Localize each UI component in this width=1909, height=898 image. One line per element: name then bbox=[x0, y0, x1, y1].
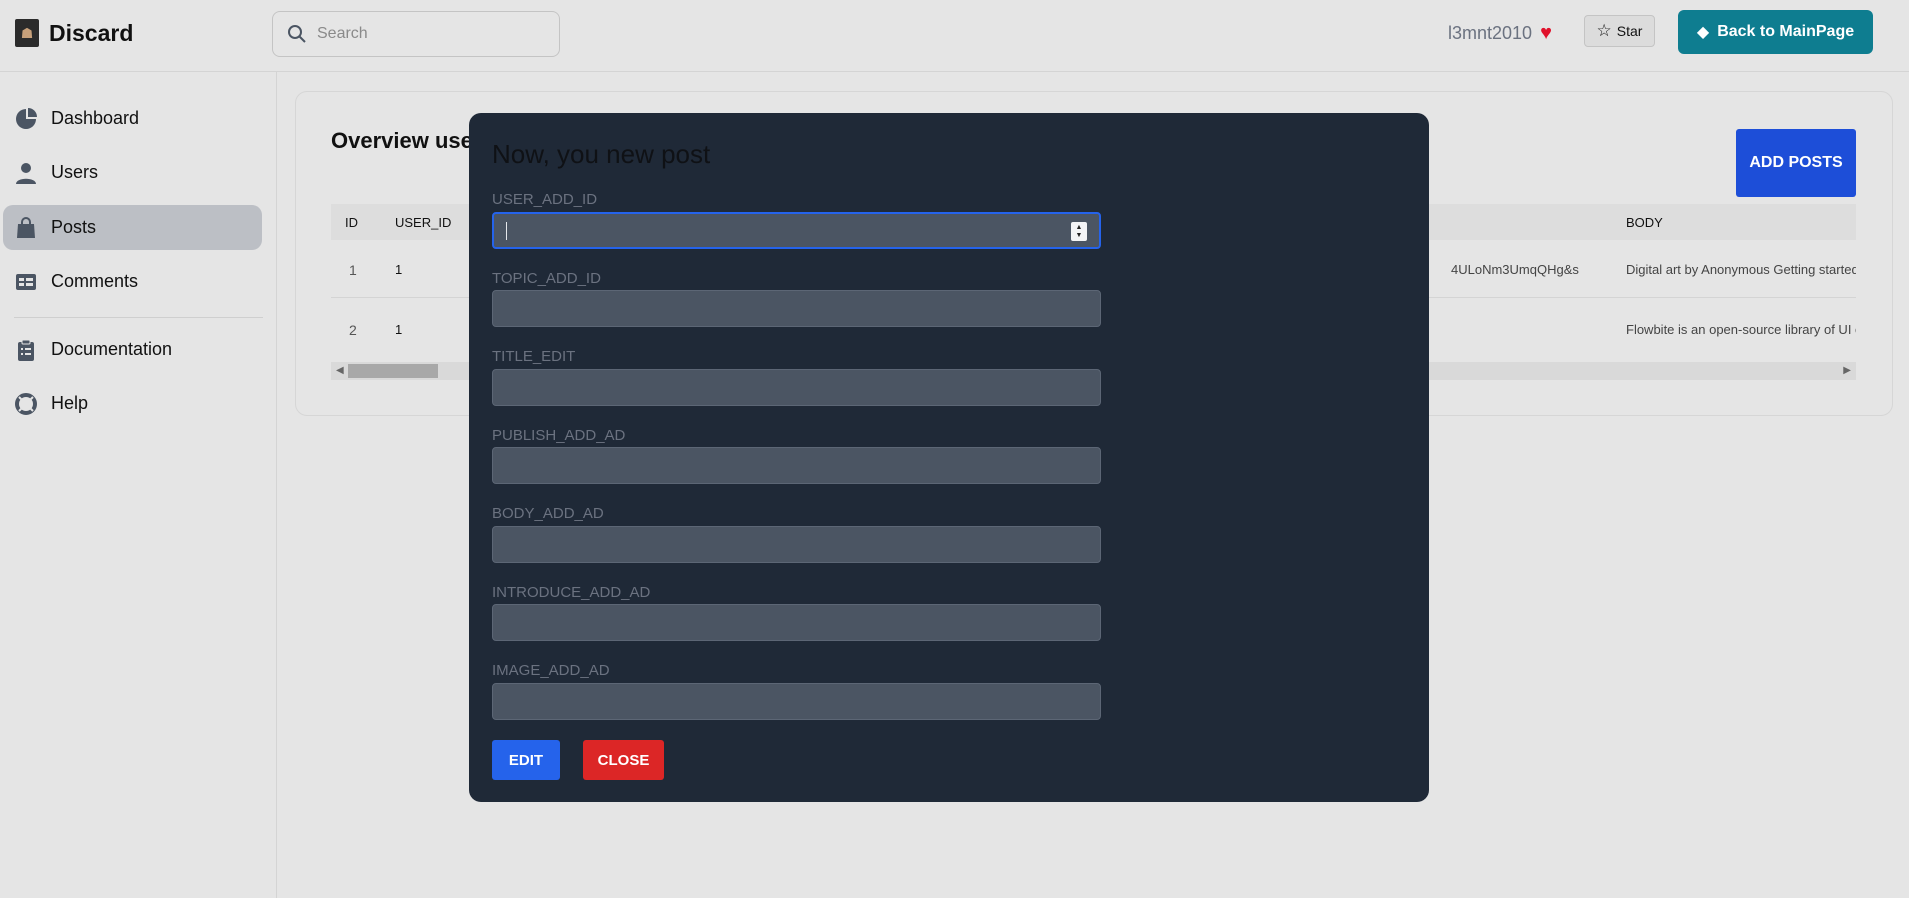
sidebar-item-label: Help bbox=[51, 393, 89, 413]
close-button[interactable]: CLOSE bbox=[583, 740, 664, 780]
sidebar-item-label: Comments bbox=[51, 271, 139, 291]
column-header-user-id: USER_ID bbox=[395, 215, 452, 230]
modal-title: Now, you new post bbox=[492, 139, 711, 169]
search-bar[interactable] bbox=[272, 11, 560, 57]
sidebar-item-label: Users bbox=[51, 162, 99, 182]
cell-id: 2 bbox=[349, 322, 357, 338]
column-header-id: ID bbox=[345, 215, 358, 230]
app-name: Discard bbox=[49, 19, 134, 46]
sidebar-item-label: Posts bbox=[51, 217, 97, 237]
sidebar-item-help[interactable]: Help bbox=[3, 381, 262, 426]
clipboard-icon bbox=[14, 338, 38, 362]
cell-user-id: 1 bbox=[395, 322, 403, 337]
introduce-add-ad-label: INTRODUCE_ADD_AD bbox=[492, 584, 651, 601]
cell-body: Flowbite is an open-source library of UI… bbox=[1626, 322, 1856, 337]
user-add-id-label: USER_ADD_ID bbox=[492, 191, 598, 208]
add-posts-button[interactable]: ADD POSTS bbox=[1736, 129, 1856, 197]
cell-body: Digital art by Anonymous Getting started… bbox=[1626, 262, 1856, 277]
sidebar-divider bbox=[14, 317, 263, 318]
page-title: Overview use bbox=[331, 128, 473, 153]
star-label: Star bbox=[1616, 23, 1643, 39]
body-add-ad-label: BODY_ADD_AD bbox=[492, 505, 604, 522]
star-icon: ☆ bbox=[1596, 21, 1612, 40]
sidebar-item-label: Documentation bbox=[51, 339, 173, 359]
user-icon bbox=[14, 161, 38, 185]
sidebar-item-label: Dashboard bbox=[51, 108, 140, 128]
sidebar-item-users[interactable]: Users bbox=[3, 150, 262, 195]
scroll-right-icon[interactable]: ▶ bbox=[1843, 365, 1851, 376]
body-add-ad-input[interactable] bbox=[492, 526, 1101, 563]
number-spinner[interactable]: ▲ ▼ bbox=[1071, 222, 1087, 241]
username: l3mnt2010 bbox=[1448, 23, 1533, 43]
search-input[interactable] bbox=[317, 25, 537, 43]
publish-add-ad-label: PUBLISH_ADD_AD bbox=[492, 427, 626, 444]
scroll-left-icon[interactable]: ◀ bbox=[336, 365, 344, 376]
search-icon bbox=[288, 25, 306, 43]
image-add-ad-input[interactable] bbox=[492, 683, 1101, 720]
user-info: l3mnt2010 ♥ bbox=[1448, 22, 1552, 45]
column-header-body: BODY bbox=[1626, 215, 1663, 230]
brand[interactable]: ☗ Discard bbox=[15, 19, 133, 47]
sidebar: Dashboard Users Posts Comments Documenta… bbox=[0, 72, 277, 898]
sidebar-item-dashboard[interactable]: Dashboard bbox=[3, 96, 262, 141]
publish-add-ad-input[interactable] bbox=[492, 447, 1101, 484]
topic-add-id-input[interactable] bbox=[492, 290, 1101, 327]
diamond-icon: ◆ bbox=[1696, 24, 1710, 41]
cell-image: 4ULoNm3UmqQHg&s bbox=[1451, 262, 1579, 277]
table-icon bbox=[14, 270, 38, 294]
image-add-ad-label: IMAGE_ADD_AD bbox=[492, 662, 610, 679]
title-edit-label: TITLE_EDIT bbox=[492, 348, 576, 365]
logo-icon: ☗ bbox=[15, 19, 39, 47]
shopping-bag-icon bbox=[14, 216, 38, 240]
edit-button[interactable]: EDIT bbox=[492, 740, 560, 780]
introduce-add-ad-input[interactable] bbox=[492, 604, 1101, 641]
topic-add-id-label: TOPIC_ADD_ID bbox=[492, 270, 601, 287]
user-add-id-input[interactable]: ▲ ▼ bbox=[492, 212, 1101, 249]
scroll-thumb[interactable] bbox=[348, 364, 438, 378]
cell-user-id: 1 bbox=[395, 262, 403, 277]
heart-icon: ♥ bbox=[1540, 22, 1552, 44]
cell-id: 1 bbox=[349, 262, 357, 278]
text-caret bbox=[506, 222, 507, 240]
back-to-mainpage-button[interactable]: ◆ Back to MainPage bbox=[1678, 10, 1873, 54]
star-button[interactable]: ☆ Star bbox=[1584, 15, 1655, 47]
new-post-modal: Now, you new post USER_ADD_ID ▲ ▼ TOPIC_A… bbox=[469, 113, 1429, 802]
sidebar-item-documentation[interactable]: Documentation bbox=[3, 327, 262, 372]
sidebar-item-posts[interactable]: Posts bbox=[3, 205, 262, 250]
back-label: Back to MainPage bbox=[1717, 23, 1855, 40]
top-navbar: ☗ Discard l3mnt2010 ♥ ☆ Star ◆ Back to M… bbox=[0, 0, 1909, 72]
sidebar-item-comments[interactable]: Comments bbox=[3, 259, 262, 304]
pie-chart-icon bbox=[14, 107, 38, 131]
title-edit-input[interactable] bbox=[492, 369, 1101, 406]
lifebuoy-icon bbox=[14, 392, 38, 416]
